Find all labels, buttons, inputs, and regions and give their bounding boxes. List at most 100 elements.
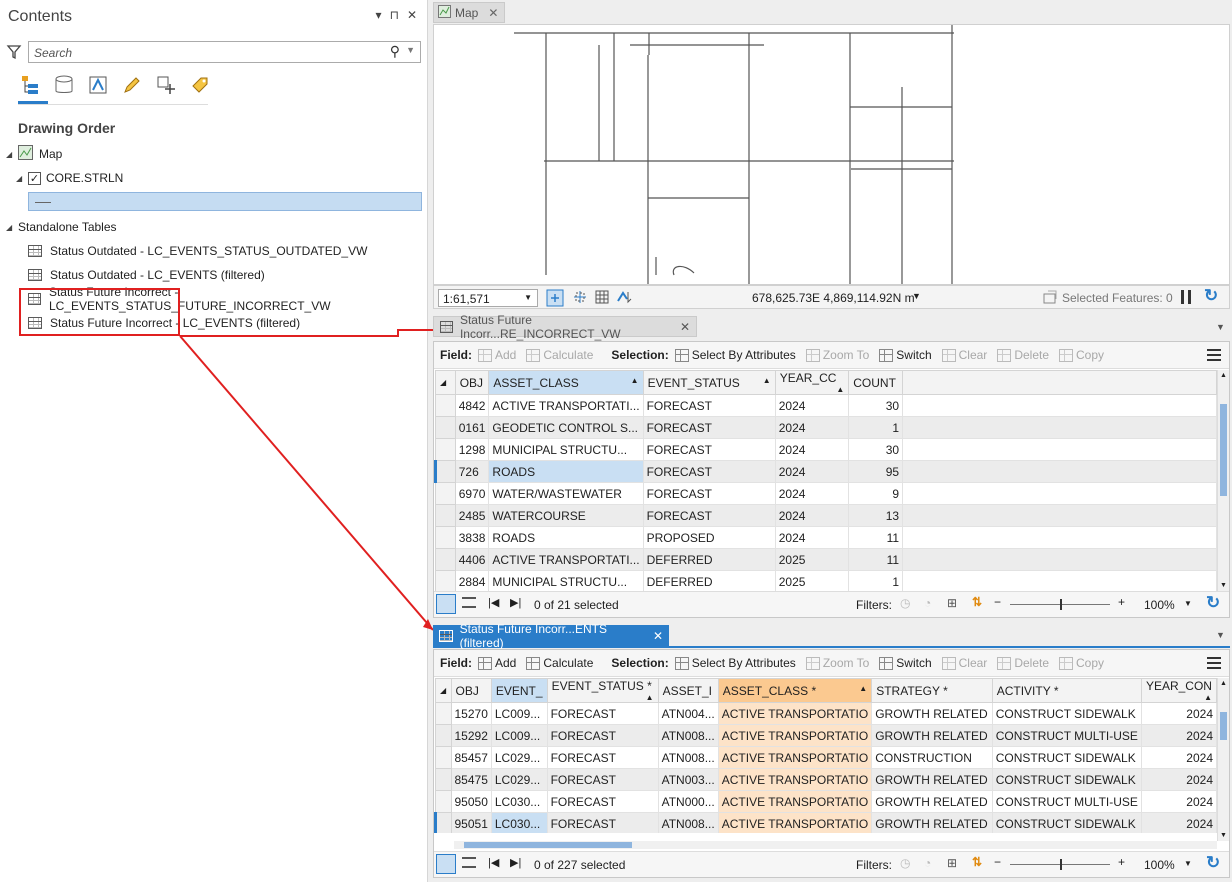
vertical-scrollbar[interactable]: ▲ ▼ xyxy=(1217,370,1229,591)
table-row[interactable]: 2884 MUNICIPAL STRUCTU... DEFERRED 2025 1 xyxy=(435,570,1217,593)
table-cell[interactable]: ACTIVE TRANSPORTATI... xyxy=(488,548,644,571)
table-cell[interactable]: ACTIVE TRANSPORTATIO xyxy=(717,724,873,747)
show-all-records-icon[interactable] xyxy=(436,594,456,614)
column-header[interactable]: STRATEGY * xyxy=(871,678,993,703)
tree-item-layer[interactable]: ◢ ✓ CORE.STRLN xyxy=(16,167,123,189)
close-icon[interactable]: ✕ xyxy=(407,8,417,22)
table-cell[interactable]: FORECAST xyxy=(642,482,776,505)
search-dropdown-icon[interactable]: ▼ xyxy=(406,45,415,55)
row-header[interactable] xyxy=(434,460,456,483)
table-cell[interactable]: 2024 xyxy=(774,482,850,505)
table-cell[interactable]: WATERCOURSE xyxy=(488,504,644,527)
table-cell[interactable]: LC029... xyxy=(490,768,548,791)
zoom-in-icon[interactable]: + xyxy=(1118,595,1125,609)
select-by-attributes-button[interactable]: Select By Attributes xyxy=(674,656,796,670)
refresh-icon[interactable]: ↻ xyxy=(1206,593,1220,613)
show-all-records-icon[interactable] xyxy=(436,854,456,874)
table-cell[interactable]: ATN008... xyxy=(657,724,719,747)
collapse-icon[interactable]: ◢ xyxy=(6,223,16,232)
table-cell[interactable]: 15270 xyxy=(450,702,492,725)
table-menu-icon[interactable] xyxy=(1207,657,1221,669)
table-cell[interactable]: MUNICIPAL STRUCTU... xyxy=(488,570,644,593)
row-header[interactable] xyxy=(435,570,456,593)
row-header[interactable] xyxy=(435,482,456,505)
tree-item-table[interactable]: Status Outdated - LC_EVENTS (filtered) xyxy=(28,264,265,286)
tab-overflow-icon[interactable]: ▼ xyxy=(1216,630,1225,640)
tab-table-future-incorrect-vw[interactable]: Status Future Incorr...RE_INCORRECT_VW ✕ xyxy=(433,313,697,341)
table-cell[interactable]: 95 xyxy=(848,460,904,483)
table-cell[interactable]: CONSTRUCT SIDEWALK xyxy=(991,702,1142,725)
filter-icon[interactable] xyxy=(6,44,22,63)
last-record-icon[interactable]: ▶| xyxy=(510,856,521,869)
table-cell[interactable]: 11 xyxy=(848,548,904,571)
first-record-icon[interactable]: |◀ xyxy=(488,596,499,609)
table-cell[interactable]: WATER/WASTEWATER xyxy=(488,482,644,505)
table-cell[interactable]: 15292 xyxy=(450,724,492,747)
table-cell[interactable]: 2024 xyxy=(1140,790,1217,813)
column-header[interactable]: OBJ xyxy=(450,678,492,703)
table-cell[interactable]: ACTIVE TRANSPORTATIO xyxy=(717,768,873,791)
table-cell[interactable]: CONSTRUCT SIDEWALK xyxy=(991,812,1142,833)
add-field-button[interactable]: Add xyxy=(478,656,516,670)
table-cell[interactable]: FORECAST xyxy=(546,746,659,769)
table-cell[interactable]: CONSTRUCT SIDEWALK xyxy=(991,746,1142,769)
table-cell[interactable]: ACTIVE TRANSPORTATIO xyxy=(717,790,873,813)
table-cell[interactable]: 2025 xyxy=(774,548,850,571)
table-cell[interactable]: ACTIVE TRANSPORTATIO xyxy=(717,702,873,725)
tree-item-standalone-tables[interactable]: ◢ Standalone Tables xyxy=(6,216,117,238)
pin-icon[interactable]: ⊓ xyxy=(390,8,399,22)
table-cell[interactable]: DEFERRED xyxy=(642,548,776,571)
table-menu-icon[interactable] xyxy=(1207,349,1221,361)
pause-icon[interactable] xyxy=(1181,290,1191,304)
zoom-to-button[interactable]: Zoom To xyxy=(805,656,869,670)
table-row[interactable]: 4842 ACTIVE TRANSPORTATI... FORECAST 2024 30 xyxy=(435,394,1217,417)
editing-icon[interactable] xyxy=(120,72,144,98)
table-cell[interactable]: GROWTH RELATED xyxy=(871,724,993,747)
table-cell[interactable]: 1 xyxy=(848,570,904,593)
table-cell[interactable]: 2024 xyxy=(1140,746,1217,769)
table-cell[interactable]: 85457 xyxy=(450,746,492,769)
tree-item-map[interactable]: ◢ Map xyxy=(6,143,62,165)
table-cell[interactable]: 3838 xyxy=(454,526,490,549)
scrollbar-thumb[interactable] xyxy=(1220,404,1227,496)
definition-query-icon[interactable]: ⊞ xyxy=(947,856,957,870)
select-all-corner[interactable]: ◢ xyxy=(435,678,452,703)
chevron-down-icon[interactable]: ▼ xyxy=(1184,859,1192,868)
selection-list-icon[interactable] xyxy=(86,72,110,98)
zoom-out-icon[interactable]: − xyxy=(994,595,1001,609)
table-cell[interactable]: 2024 xyxy=(774,460,850,483)
table-cell[interactable]: 11 xyxy=(848,526,904,549)
table-cell[interactable]: 6970 xyxy=(454,482,490,505)
table-cell[interactable]: FORECAST xyxy=(546,702,659,725)
snapping-icon[interactable] xyxy=(154,72,178,98)
table-cell[interactable]: GROWTH RELATED xyxy=(871,812,993,833)
table-row[interactable]: 15270 LC009... FORECAST ATN004... ACTIVE TRA… xyxy=(435,702,1217,725)
copy-button[interactable]: Copy xyxy=(1059,348,1104,362)
table-cell[interactable]: ATN008... xyxy=(657,812,719,833)
tab-close-icon[interactable]: ✕ xyxy=(488,6,498,20)
scrollbar-thumb[interactable] xyxy=(1220,712,1227,740)
row-header[interactable] xyxy=(435,438,456,461)
column-header[interactable]: ASSET_I xyxy=(657,678,719,703)
table-row[interactable]: 726 ROADS FORECAST 2024 95 xyxy=(434,460,1217,483)
tree-item-table[interactable]: Status Outdated - LC_EVENTS_STATUS_OUTDA… xyxy=(28,240,367,262)
table-cell[interactable]: 13 xyxy=(848,504,904,527)
table-cell[interactable]: ROADS xyxy=(488,460,644,483)
column-header[interactable]: OBJ xyxy=(454,370,490,395)
pane-menu-icon[interactable]: ▾ xyxy=(376,8,382,22)
row-header[interactable] xyxy=(435,702,452,725)
table-cell[interactable]: 1 xyxy=(848,416,904,439)
column-header[interactable]: ASSET_CLASS ▲ xyxy=(488,370,644,395)
clear-selection-button[interactable]: Clear xyxy=(941,348,987,362)
table-cell[interactable]: LC009... xyxy=(490,724,548,747)
column-header[interactable]: ASSET_CLASS * ▲ xyxy=(717,678,873,703)
table-cell[interactable]: ATN004... xyxy=(657,702,719,725)
row-header[interactable] xyxy=(435,394,456,417)
table-row[interactable]: 85475 LC029... FORECAST ATN003... ACTIVE TRA… xyxy=(435,768,1217,791)
add-field-button[interactable]: Add xyxy=(478,348,516,362)
table-cell[interactable]: FORECAST xyxy=(642,416,776,439)
row-header[interactable] xyxy=(435,724,452,747)
horizontal-scrollbar-thumb[interactable] xyxy=(464,842,632,848)
fixed-zoom-icon[interactable] xyxy=(546,289,564,310)
search-input[interactable]: Search ⚲ ▼ xyxy=(28,41,421,63)
